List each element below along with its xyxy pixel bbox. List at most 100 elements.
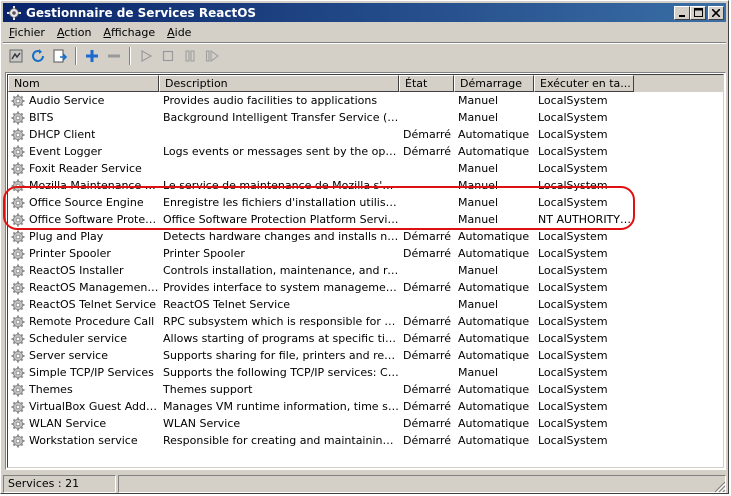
cell-startup: Manuel [458, 366, 498, 379]
cell-startup: Automatique [458, 145, 530, 158]
gear-icon [11, 230, 25, 243]
remove-icon [108, 54, 120, 58]
table-row[interactable]: Remote Procedure Call RPC subsystem which… [8, 313, 723, 330]
minimize-button[interactable] [674, 5, 690, 20]
cell-description: Background Intelligent Transfer Service … [163, 111, 399, 124]
gear-icon [11, 417, 25, 430]
service-name: BITS [29, 111, 54, 124]
table-row[interactable]: Simple TCP/IP Services Supports the follo… [8, 364, 723, 381]
menu-aide[interactable]: Aide [161, 23, 197, 42]
cell-name: Office Software Protecti... [8, 211, 159, 228]
cell-name: VirtualBox Guest Additio... [8, 398, 159, 415]
remove-button[interactable] [103, 45, 125, 67]
resize-grip-icon[interactable] [714, 481, 726, 493]
table-row[interactable]: Foxit Reader Service Manuel LocalSystem [8, 160, 723, 177]
gear-icon [11, 349, 25, 362]
table-row[interactable]: Scheduler service Allows starting of prog… [8, 330, 723, 347]
table-row[interactable]: ReactOS Installer Controls installation, … [8, 262, 723, 279]
table-row[interactable]: Office Source Engine Enregistre les fichi… [8, 194, 723, 211]
cell-name: Audio Service [8, 92, 159, 109]
cell-run-as: LocalSystem [538, 196, 608, 209]
cell-description: Printer Spooler [163, 247, 245, 260]
table-row[interactable]: Audio Service Provides audio facilities t… [8, 92, 723, 109]
menu-affichage[interactable]: Affichage [97, 23, 161, 42]
table-row[interactable]: Themes Themes support Démarré Automatique Lo… [8, 381, 723, 398]
table-row[interactable]: Plug and Play Detects hardware changes an… [8, 228, 723, 245]
menu-fichier[interactable]: Fichier [3, 23, 51, 42]
properties-icon [9, 49, 23, 63]
cell-state: Démarré [403, 349, 452, 362]
start-button[interactable] [135, 45, 157, 67]
pause-button[interactable] [179, 45, 201, 67]
cell-startup: Manuel [458, 196, 498, 209]
table-row[interactable]: Office Software Protecti... Office Softwa… [8, 211, 723, 228]
properties-button[interactable] [5, 45, 27, 67]
cell-startup: Manuel [458, 179, 498, 192]
cell-description [159, 126, 399, 143]
table-row[interactable]: DHCP Client Démarré Automatique LocalSystem [8, 126, 723, 143]
column-header-run-as[interactable]: Exécuter en ta... [534, 75, 634, 92]
close-icon [712, 8, 720, 17]
start-icon [141, 49, 153, 63]
column-header-name[interactable]: Nom [8, 75, 159, 92]
cell-run-as: LocalSystem [538, 332, 608, 345]
cell-description: Themes support [163, 383, 253, 396]
gear-icon [11, 94, 25, 107]
cell-name: Foxit Reader Service [8, 160, 159, 177]
service-name: Plug and Play [29, 230, 104, 243]
restart-button[interactable] [201, 45, 223, 67]
cell-description: Le service de maintenance de Mozilla s'a… [163, 179, 399, 192]
close-button[interactable] [708, 5, 724, 20]
gear-icon [11, 213, 25, 226]
column-header-startup[interactable]: Démarrage [454, 75, 534, 92]
cell-name: BITS [8, 109, 159, 126]
cell-startup: Manuel [458, 111, 498, 124]
maximize-button[interactable] [690, 5, 706, 20]
table-row[interactable]: Mozilla Maintenance Ser... Le service de … [8, 177, 723, 194]
cell-state: Démarré [403, 281, 452, 294]
table-row[interactable]: VirtualBox Guest Additio... Manages VM ru… [8, 398, 723, 415]
cell-run-as: LocalSystem [538, 434, 608, 447]
cell-description: Controls installation, maintenance, and … [163, 264, 399, 277]
column-header-description[interactable]: Description [159, 75, 399, 92]
gear-icon [6, 5, 22, 21]
refresh-button[interactable] [27, 45, 49, 67]
add-icon [86, 50, 98, 62]
table-row[interactable]: Printer Spooler Printer Spooler Démarré Aut… [8, 245, 723, 262]
stop-icon [162, 50, 174, 62]
service-name: Themes [29, 383, 73, 396]
table-row[interactable]: Server service Supports sharing for file,… [8, 347, 723, 364]
gear-icon [11, 383, 25, 396]
cell-run-as: LocalSystem [538, 162, 608, 175]
cell-run-as: LocalSystem [538, 111, 608, 124]
table-row[interactable]: WLAN Service WLAN Service Démarré Automatiq… [8, 415, 723, 432]
cell-run-as: LocalSystem [538, 94, 608, 107]
cell-name: Office Source Engine [8, 194, 159, 211]
stop-button[interactable] [157, 45, 179, 67]
table-row[interactable]: Workstation service Responsible for creat… [8, 432, 723, 449]
gear-icon [11, 196, 25, 209]
menu-action[interactable]: Action [51, 23, 97, 42]
cell-name: ReactOS Telnet Service [8, 296, 159, 313]
cell-run-as: LocalSystem [538, 298, 608, 311]
cell-state [399, 160, 454, 177]
export-button[interactable] [49, 45, 71, 67]
cell-startup: Automatique [458, 417, 530, 430]
window-title: Gestionnaire de Services ReactOS [26, 5, 257, 20]
table-row[interactable]: ReactOS Management I... Provides interfac… [8, 279, 723, 296]
menu-label: ide [174, 26, 192, 39]
cell-description: Manages VM runtime information, time syn… [163, 400, 399, 413]
table-row[interactable]: ReactOS Telnet Service ReactOS Telnet Ser… [8, 296, 723, 313]
refresh-icon [32, 49, 44, 62]
cell-state: Démarré [403, 128, 452, 141]
cell-run-as: LocalSystem [538, 179, 608, 192]
title-bar[interactable]: Gestionnaire de Services ReactOS [3, 3, 726, 22]
column-header-state[interactable]: État [399, 75, 454, 92]
toolbar-separator [129, 47, 131, 65]
add-button[interactable] [81, 45, 103, 67]
services-list[interactable]: Nom Description État Démarrage Exécuter … [5, 72, 726, 470]
table-row[interactable]: BITS Background Intelligent Transfer Serv… [8, 109, 723, 126]
table-row[interactable]: Event Logger Logs events or messages sent… [8, 143, 723, 160]
cell-state [399, 364, 454, 381]
pause-icon [185, 50, 195, 62]
